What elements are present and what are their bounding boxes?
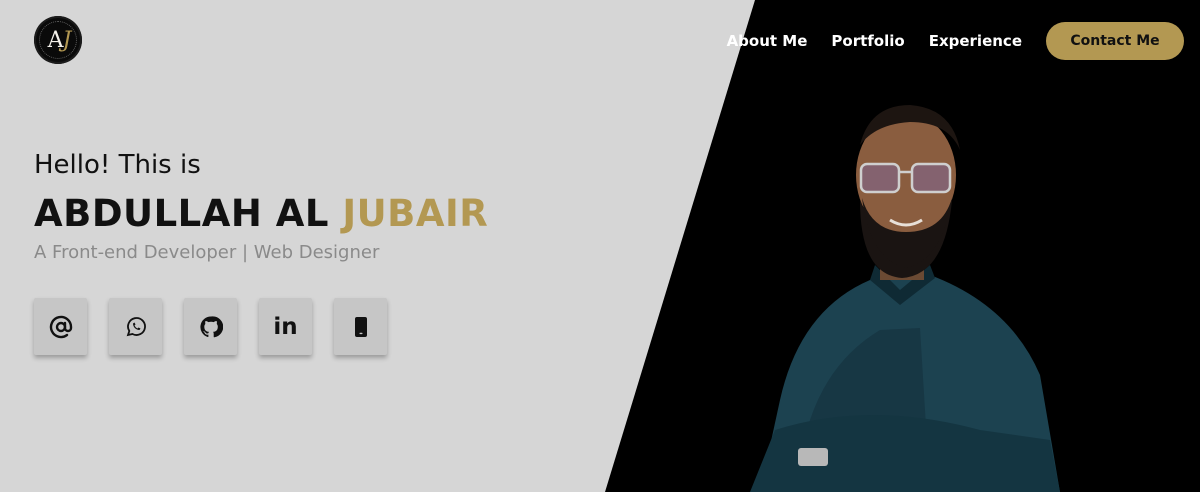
github-button[interactable]: [184, 298, 237, 355]
nav-about-me[interactable]: About Me: [727, 32, 808, 50]
nav-experience[interactable]: Experience: [929, 32, 1022, 50]
whatsapp-button[interactable]: [109, 298, 162, 355]
portrait-glasses-left: [859, 162, 901, 194]
profile-portrait: [750, 105, 1060, 492]
main-nav: About Me Portfolio Experience Contact Me: [727, 22, 1184, 60]
linkedin-icon: in: [273, 313, 298, 340]
hero-greeting: Hello! This is: [34, 150, 201, 180]
social-links: in: [34, 298, 387, 355]
phone-icon: [354, 316, 367, 337]
email-button[interactable]: [34, 298, 87, 355]
hero-name-last: JUBAIR: [342, 192, 489, 235]
contact-me-button[interactable]: Contact Me: [1046, 22, 1184, 60]
nav-portfolio[interactable]: Portfolio: [831, 32, 904, 50]
portrait-watch: [798, 448, 828, 466]
logo-ring: [39, 21, 77, 59]
github-icon: [199, 315, 223, 337]
portrait-glasses-right: [910, 162, 952, 194]
hero-tagline: A Front-end Developer | Web Designer: [34, 242, 380, 263]
whatsapp-icon: [126, 316, 146, 336]
phone-button[interactable]: [334, 298, 387, 355]
at-icon: [49, 315, 72, 338]
hero-name-first: ABDULLAH AL: [34, 192, 343, 235]
linkedin-button[interactable]: in: [259, 298, 312, 355]
hero-name: ABDULLAH AL JUBAIR: [34, 192, 488, 235]
site-logo[interactable]: AJ: [34, 16, 82, 64]
